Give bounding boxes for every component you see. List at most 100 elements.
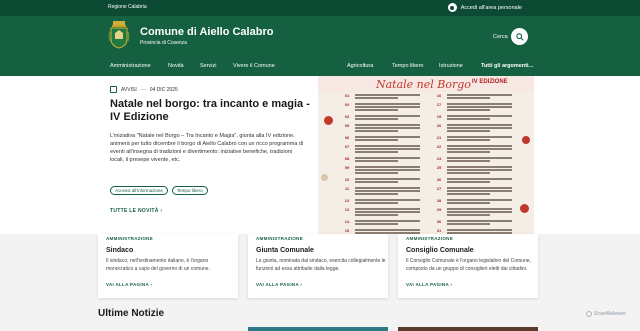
region-link[interactable]: Regione Calabria: [108, 4, 147, 10]
news-meta: AVVISI — 04 DIC 2025: [110, 86, 178, 93]
card-category: AMMINISTRAZIONE: [406, 236, 453, 241]
schedule-entry: 03: [342, 114, 426, 121]
card-title[interactable]: Consiglio Comunale: [406, 247, 474, 254]
nav-item-servizi[interactable]: Servizi: [200, 63, 217, 69]
schedule-text-lines: [447, 220, 518, 226]
schedule-entry: 25: [434, 165, 518, 175]
search-label: Cerca: [493, 34, 508, 40]
schedule-entry: 26: [434, 177, 518, 184]
tag-accessi[interactable]: Accessi all'informazione: [110, 186, 168, 195]
schedule-day: 10: [344, 177, 350, 182]
schedule-day: 06: [344, 135, 350, 140]
ornament-icon: [520, 204, 529, 213]
news-category: AVVISI: [121, 86, 137, 93]
arrow-right-icon: ›: [448, 282, 453, 287]
personal-area-login[interactable]: Accedi all'area personale: [447, 3, 522, 12]
schedule-text-lines: [447, 208, 518, 217]
watermark-text: ScanMalware: [594, 311, 626, 317]
schedule-entry: 10: [342, 177, 426, 184]
search-button[interactable]: [511, 28, 528, 45]
schedule-entry: 13: [342, 207, 426, 217]
nav-item-vivere-il-comune[interactable]: Vivere il Comune: [233, 63, 275, 69]
login-label: Accedi all'area personale: [460, 4, 522, 11]
schedule-entry: 17: [434, 102, 518, 112]
card-giunta-comunale[interactable]: AMMINISTRAZIONE Giunta Comunale La giunt…: [248, 234, 388, 298]
topic-tempo-libero[interactable]: Tempo libero: [392, 63, 424, 69]
schedule-entry: 21: [434, 135, 518, 142]
card-title[interactable]: Sindaco: [106, 247, 133, 254]
news-title[interactable]: Natale nel borgo: tra incanto e magia - …: [110, 98, 310, 124]
schedule-entry: 16: [434, 93, 518, 100]
schedule-day: 05: [344, 123, 350, 128]
news-summary: L'iniziativa "Natale nel Borgo – Tra Inc…: [110, 133, 304, 163]
schedule-text-lines: [447, 124, 518, 133]
schedule-column-right: 16 17 19 20 21 22 24 25 26 27 28 29 30 31: [434, 93, 518, 234]
schedule-entry: 05: [342, 123, 426, 133]
schedule-day: 30: [436, 219, 442, 224]
topic-istruzione[interactable]: Istruzione: [439, 63, 463, 69]
search-icon: [515, 32, 524, 41]
card-description: Il Consiglio Comunale è l'organo legisla…: [406, 258, 531, 272]
nav-item-novita[interactable]: Novità: [168, 63, 184, 69]
ornament-icon: [324, 116, 333, 125]
schedule-day: 28: [436, 198, 442, 203]
schedule-entry: 29: [434, 207, 518, 217]
card-sindaco[interactable]: AMMINISTRAZIONE Sindaco Il sindaco, nell…: [98, 234, 238, 298]
schedule-entry: 14: [342, 219, 426, 226]
news-thumbnail[interactable]: [398, 327, 538, 331]
main-navigation: Amministrazione Novità Servizi Vivere il…: [0, 56, 640, 76]
schedule-entry: 22: [434, 144, 518, 154]
arrow-right-icon: ›: [298, 282, 303, 287]
event-poster-image[interactable]: Natale nel Borgo IV EDIZIONE 01 02 03 05 06 0…: [318, 76, 534, 234]
schedule-day: 07: [344, 144, 350, 149]
poster-edition: IV EDIZIONE: [472, 79, 508, 85]
schedule-entry: 12: [342, 198, 426, 205]
poster-schedule: 01 02 03 05 06 07 08 09 10 11 12 13 14 15 16 17 19 20 21 2…: [342, 93, 518, 234]
card-link[interactable]: VAI ALLA PAGINA ›: [256, 282, 302, 287]
meta-separator: —: [140, 86, 146, 93]
schedule-text-lines: [447, 187, 518, 196]
municipal-crest-icon[interactable]: [108, 21, 130, 49]
card-title[interactable]: Giunta Comunale: [256, 247, 314, 254]
card-consiglio-comunale[interactable]: AMMINISTRAZIONE Consiglio Comunale Il Co…: [398, 234, 538, 298]
watermark-logo-icon: [586, 311, 592, 317]
nav-item-amministrazione[interactable]: Amministrazione: [110, 63, 151, 69]
card-category: AMMINISTRAZIONE: [106, 236, 153, 241]
schedule-text-lines: [355, 157, 426, 163]
arrow-right-icon: ›: [148, 282, 153, 287]
card-link-label: VAI ALLA PAGINA: [256, 282, 299, 287]
schedule-text-lines: [447, 178, 518, 184]
watermark: ScanMalware: [586, 311, 626, 317]
schedule-text-lines: [355, 124, 426, 133]
schedule-text-lines: [355, 187, 426, 196]
schedule-day: 27: [436, 186, 442, 191]
schedule-text-lines: [447, 166, 518, 175]
tag-tempo-libero[interactable]: Tempo libero: [171, 186, 208, 195]
schedule-entry: 24: [434, 156, 518, 163]
card-link[interactable]: VAI ALLA PAGINA ›: [106, 282, 152, 287]
all-topics-link[interactable]: Tutti gli argomenti...: [481, 63, 533, 69]
schedule-text-lines: [447, 136, 518, 142]
site-title[interactable]: Comune di Aiello Calabro: [140, 26, 273, 38]
news-thumbnail[interactable]: [248, 327, 388, 331]
topic-agricoltura[interactable]: Agricoltura: [347, 63, 373, 69]
schedule-entry: 20: [434, 123, 518, 133]
site-subtitle: Provincia di Cosenza: [140, 40, 187, 46]
schedule-day: 12: [344, 198, 350, 203]
schedule-text-lines: [355, 208, 426, 217]
schedule-text-lines: [355, 145, 426, 154]
card-link-label: VAI ALLA PAGINA: [106, 282, 149, 287]
card-link[interactable]: VAI ALLA PAGINA ›: [406, 282, 452, 287]
schedule-day: 16: [436, 93, 442, 98]
all-news-link[interactable]: TUTTE LE NOVITÀ ›: [110, 208, 162, 214]
ornament-icon: [522, 136, 530, 144]
schedule-column-left: 01 02 03 05 06 07 08 09 10 11 12 13 14 15: [342, 93, 426, 234]
card-description: Il sindaco, nell'ordinamento italiano, è…: [106, 258, 210, 272]
schedule-entry: 01: [342, 93, 426, 100]
schedule-text-lines: [447, 103, 518, 112]
calendar-icon: [110, 86, 117, 93]
schedule-day: 19: [436, 114, 442, 119]
schedule-day: 01: [344, 93, 350, 98]
schedule-day: 22: [436, 144, 442, 149]
site-header: Comune di Aiello Calabro Provincia di Co…: [0, 16, 640, 56]
